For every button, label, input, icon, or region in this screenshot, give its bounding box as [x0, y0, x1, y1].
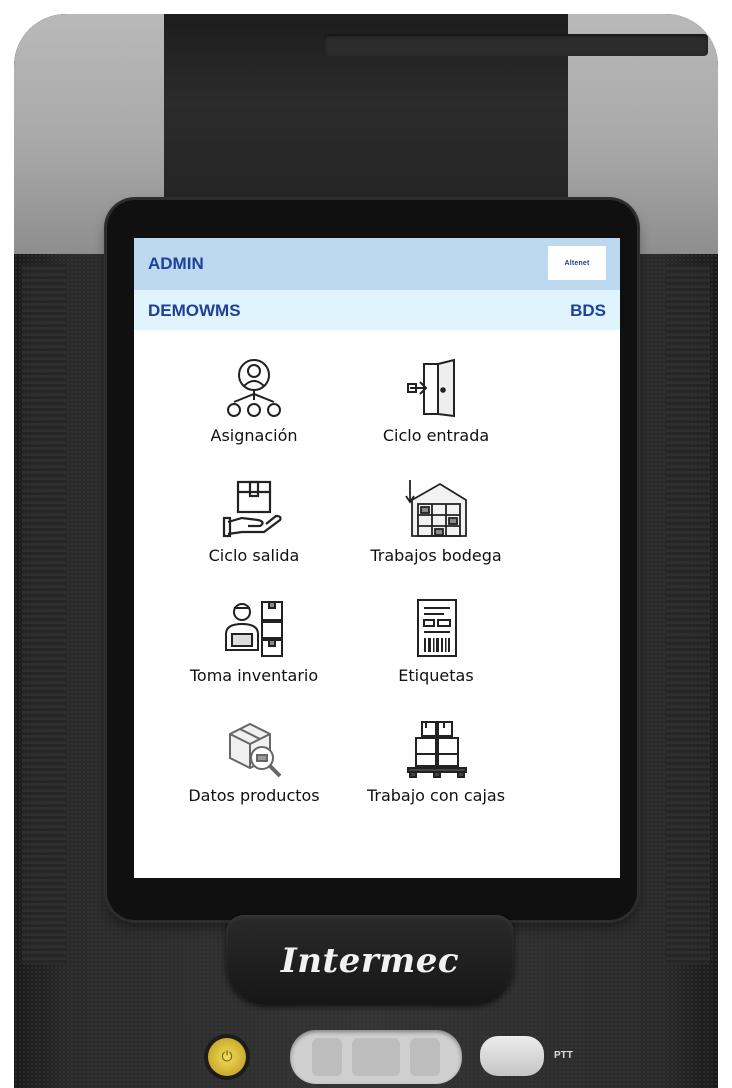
menu-label: Datos productos — [188, 786, 320, 805]
right-grip — [666, 264, 710, 964]
device-screen: ADMIN Altenet DEMOWMS BDS Asignación Cic… — [134, 238, 620, 878]
menu-ciclo-entrada[interactable]: Ciclo entrada — [348, 358, 524, 458]
power-icon: ⏻ — [221, 1049, 233, 1065]
ptt-button[interactable] — [480, 1036, 544, 1076]
scan-segment — [352, 1038, 400, 1076]
menu-toma-inventario[interactable]: Toma inventario — [166, 598, 342, 698]
package-hand-icon — [222, 480, 282, 538]
power-button[interactable]: ⏻ — [208, 1038, 246, 1076]
menu-label: Trabajos bodega — [370, 546, 502, 565]
menu-asignacion[interactable]: Asignación — [166, 358, 342, 458]
menu-label: Ciclo entrada — [382, 426, 490, 445]
menu-ciclo-salida[interactable]: Ciclo salida — [166, 478, 342, 578]
top-rail — [324, 34, 708, 56]
left-grip — [22, 264, 66, 964]
entry-door-icon — [407, 358, 455, 418]
menu-label: Asignación — [210, 426, 298, 445]
menu-label: Toma inventario — [189, 666, 319, 685]
menu-trabajos-bodega[interactable]: Trabajos bodega — [348, 478, 524, 578]
warehouse-bar: DEMOWMS BDS — [134, 290, 620, 330]
people-assignment-icon — [227, 359, 281, 417]
scan-button[interactable] — [290, 1030, 462, 1084]
company-code: BDS — [570, 301, 606, 320]
brand-plate: Intermec — [226, 915, 514, 1005]
box-search-icon — [229, 722, 282, 778]
menu-etiquetas[interactable]: Etiquetas — [348, 598, 524, 698]
menu-datos-productos[interactable]: Datos productos — [166, 718, 342, 818]
scan-segment — [410, 1038, 440, 1076]
scan-segment — [312, 1038, 342, 1076]
company-logo: Altenet — [548, 246, 606, 280]
inventory-worker-icon — [225, 601, 283, 657]
boxes-pallet-icon — [407, 721, 467, 778]
menu-trabajo-con-cajas[interactable]: Trabajo con cajas — [348, 718, 524, 818]
logo-text: Altenet — [564, 259, 590, 267]
user-bar: ADMIN Altenet — [134, 238, 620, 290]
menu-label: Etiquetas — [398, 666, 474, 685]
barcode-label-icon — [417, 599, 457, 657]
warehouse-icon — [405, 480, 467, 537]
user-name: ADMIN — [148, 254, 204, 273]
brand-logo: Intermec — [280, 941, 460, 981]
ptt-label: PTT — [554, 1050, 573, 1061]
menu-label: Trabajo con cajas — [366, 786, 506, 805]
warehouse-name: DEMOWMS — [148, 301, 241, 320]
menu-label: Ciclo salida — [208, 546, 300, 565]
